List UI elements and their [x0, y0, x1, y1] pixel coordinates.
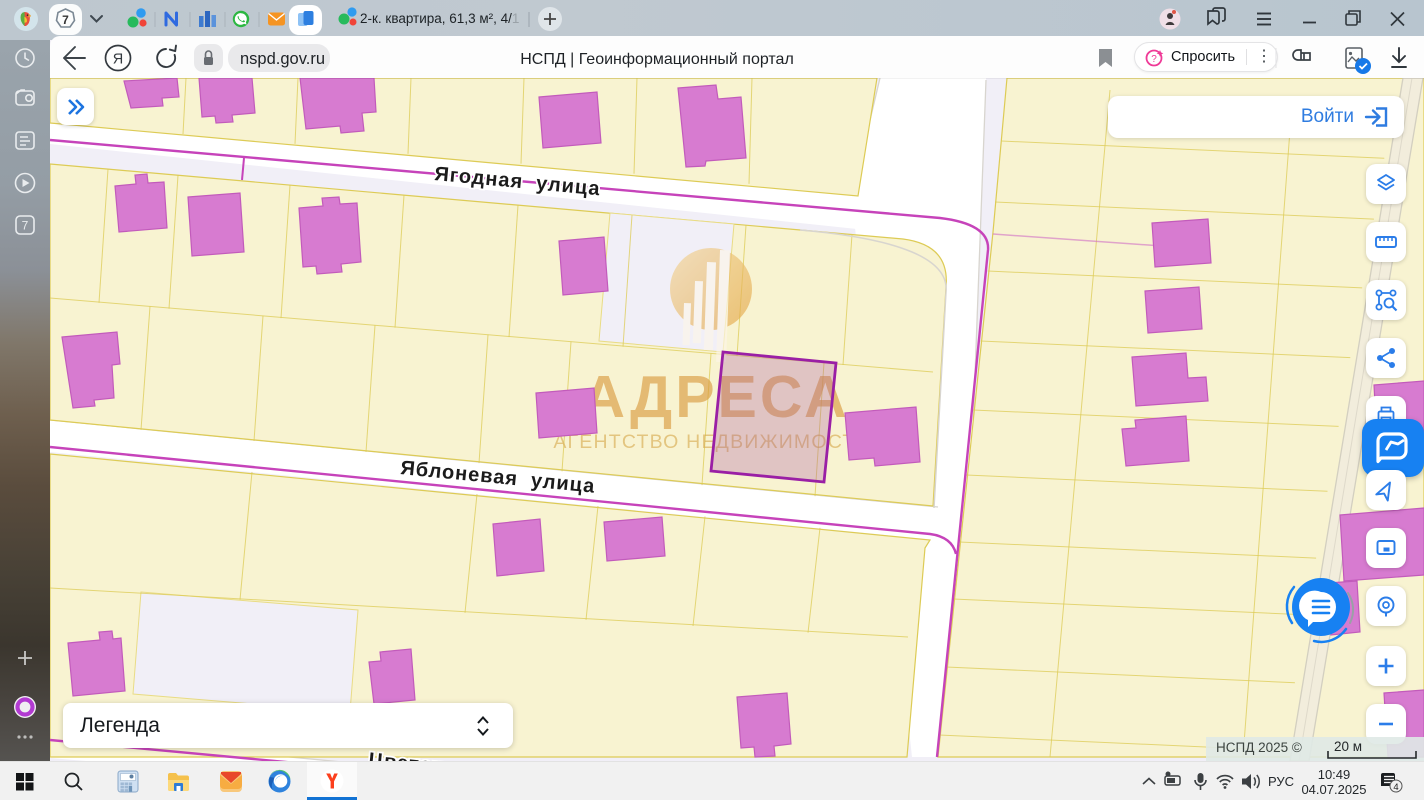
svg-text:04.07.2025: 04.07.2025	[1301, 782, 1366, 797]
svg-text:nspd.gov.ru: nspd.gov.ru	[240, 50, 325, 68]
svg-text:РУС: РУС	[1268, 774, 1294, 789]
svg-text:НСПД | Геоинформационный порта: НСПД | Геоинформационный портал	[520, 51, 794, 68]
svg-text:?: ?	[1151, 54, 1157, 65]
svg-text:Я: Я	[113, 52, 123, 68]
svg-text:4: 4	[1393, 782, 1398, 793]
svg-text:7: 7	[62, 13, 69, 27]
svg-text:7: 7	[22, 219, 29, 233]
svg-text:10:49: 10:49	[1318, 767, 1351, 782]
